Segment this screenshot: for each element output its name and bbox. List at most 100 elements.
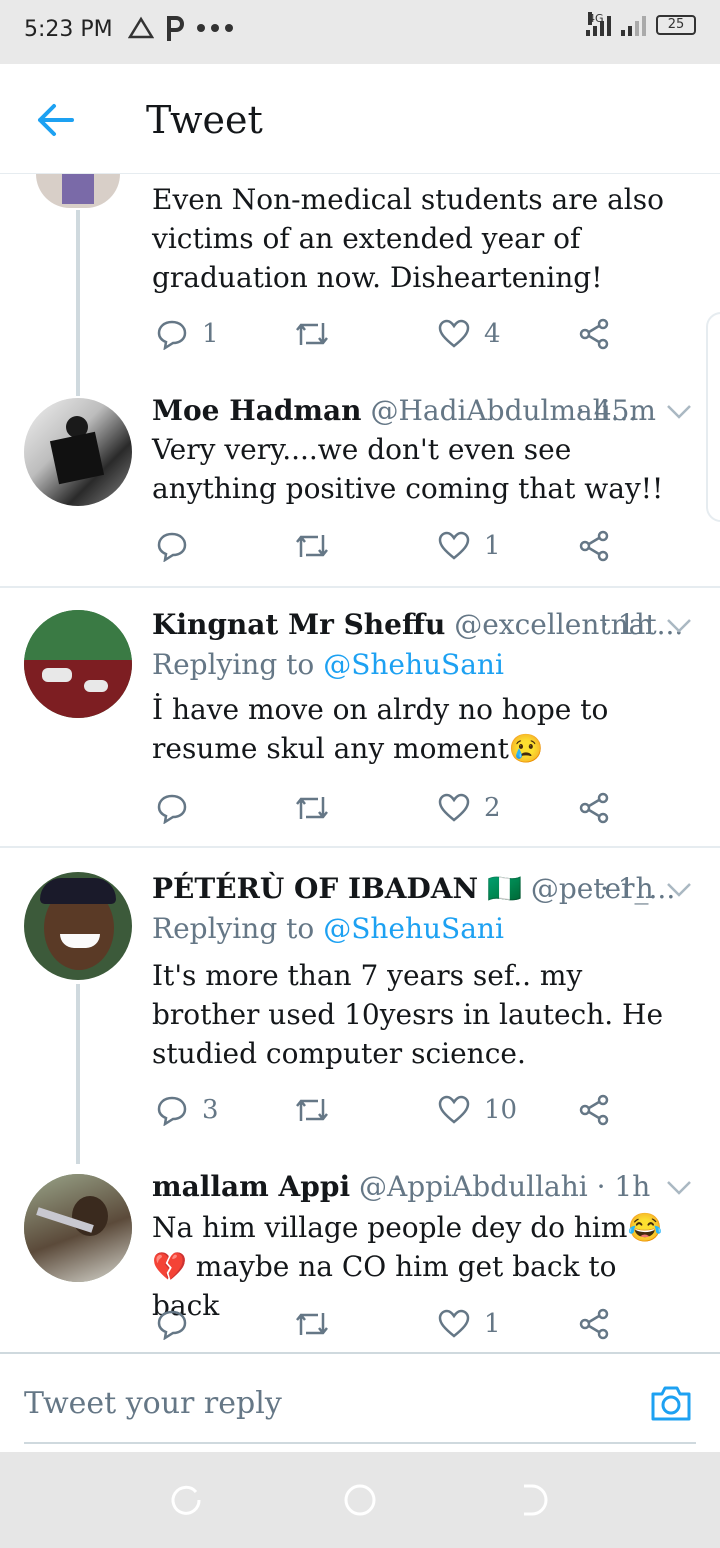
like-button[interactable]: 10 <box>438 1090 517 1130</box>
status-bar: 5:23 PM 4G 25 <box>0 0 720 64</box>
chevron-down-icon[interactable] <box>666 404 692 420</box>
thread-line <box>76 984 80 1164</box>
retweet-button[interactable] <box>294 1304 344 1344</box>
mention-link[interactable]: @ShehuSani <box>323 648 504 681</box>
tweet-time: · 45m <box>576 394 656 427</box>
tweet-header: PÉTÉRÙ OF IBADAN 🇳🇬 @peter_... <box>152 872 675 905</box>
avatar[interactable] <box>24 872 132 980</box>
share-icon <box>579 1308 609 1340</box>
reply-icon <box>157 794 187 824</box>
reply-button[interactable]: 1 <box>156 314 219 354</box>
tweet-actions: 1 <box>152 526 622 566</box>
tweet-1[interactable]: Moe Hadman @HadiAbdulmali... · 45m Very … <box>0 392 720 586</box>
share-icon <box>579 792 609 824</box>
reply-button[interactable]: 3 <box>156 1090 219 1130</box>
retweet-icon <box>296 1313 328 1335</box>
retweet-button[interactable] <box>294 788 344 828</box>
share-button[interactable] <box>578 788 610 828</box>
signal-icon <box>621 14 646 36</box>
display-name[interactable]: Kingnat Mr Sheffu <box>152 608 445 641</box>
share-button[interactable] <box>578 1090 610 1130</box>
tweet-actions: 1 4 <box>152 314 622 354</box>
heart-icon <box>438 531 470 560</box>
tweet-2[interactable]: Kingnat Mr Sheffu @excellentnat... · 1h … <box>0 600 720 846</box>
reply-button[interactable] <box>156 526 202 566</box>
tweet-time: · 1h <box>600 608 654 641</box>
chevron-down-icon[interactable] <box>666 1180 692 1196</box>
tweet-time: · 1h <box>596 1170 651 1203</box>
heart-icon <box>438 319 470 348</box>
more-dots-icon <box>197 24 233 32</box>
share-button[interactable] <box>578 1304 610 1344</box>
avatar[interactable] <box>36 174 120 208</box>
status-time: 5:23 PM <box>24 17 113 42</box>
divider <box>0 586 720 588</box>
replying-to: Replying to @ShehuSani <box>152 912 504 945</box>
display-name[interactable]: Moe Hadman <box>152 394 362 427</box>
avatar[interactable] <box>24 398 132 506</box>
network-label: 4G <box>588 12 604 25</box>
tweet-actions: 1 <box>152 1304 622 1344</box>
chevron-down-icon[interactable] <box>666 882 692 898</box>
like-button[interactable]: 4 <box>438 314 501 354</box>
user-handle[interactable]: @AppiAbdullahi <box>359 1170 588 1203</box>
reply-button[interactable] <box>156 1304 202 1344</box>
replying-to: Replying to @ShehuSani <box>152 648 504 681</box>
input-underline <box>24 1442 696 1444</box>
tweet-header: mallam Appi @AppiAbdullahi · 1h <box>152 1170 650 1203</box>
retweet-icon <box>296 535 328 557</box>
reply-icon <box>157 1096 187 1126</box>
system-nav-bar <box>0 1452 720 1548</box>
like-count: 1 <box>484 1309 501 1339</box>
chevron-down-icon[interactable] <box>666 618 692 634</box>
reply-count: 1 <box>202 319 219 349</box>
display-name[interactable]: mallam Appi <box>152 1170 350 1203</box>
mention-link[interactable]: @ShehuSani <box>323 912 504 945</box>
tweet-header: Moe Hadman @HadiAbdulmali... <box>152 394 637 427</box>
share-icon <box>579 530 609 562</box>
back-icon[interactable] <box>516 1482 552 1518</box>
nigeria-flag-icon: 🇳🇬 <box>487 872 522 905</box>
reply-composer[interactable]: Tweet your reply <box>0 1352 720 1452</box>
share-button[interactable] <box>578 526 610 566</box>
reply-icon <box>157 1310 187 1340</box>
divider <box>0 846 720 848</box>
heart-icon <box>438 1095 470 1124</box>
retweet-button[interactable] <box>294 526 344 566</box>
tweet-time: · 1h <box>600 872 654 905</box>
status-system-icons: 4G 25 <box>586 12 696 36</box>
tweet-0[interactable]: Even Non-medical students are also victi… <box>0 174 720 396</box>
retweet-button[interactable] <box>294 314 344 354</box>
top-app-bar: Tweet <box>0 64 720 174</box>
tweet-actions: 2 <box>152 788 622 828</box>
like-button[interactable]: 2 <box>438 788 501 828</box>
tweet-actions: 3 10 <box>152 1090 622 1130</box>
home-icon[interactable] <box>342 1482 378 1518</box>
replying-prefix: Replying to <box>152 912 315 945</box>
heart-icon <box>438 1309 470 1338</box>
tweet-4[interactable]: mallam Appi @AppiAbdullahi · 1h Na him v… <box>0 1166 720 1352</box>
replying-prefix: Replying to <box>152 648 315 681</box>
like-count: 2 <box>484 793 501 823</box>
back-arrow-icon[interactable] <box>36 102 76 138</box>
share-icon <box>579 318 609 350</box>
like-count: 10 <box>484 1095 518 1125</box>
scroll-handle[interactable] <box>706 312 720 522</box>
reply-input[interactable]: Tweet your reply <box>24 1386 282 1421</box>
recents-icon[interactable] <box>168 1482 204 1518</box>
share-button[interactable] <box>578 314 610 354</box>
display-name[interactable]: PÉTÉRÙ OF IBADAN <box>152 872 478 905</box>
retweet-icon <box>296 797 328 819</box>
reply-count: 3 <box>202 1095 219 1125</box>
tweet-3[interactable]: PÉTÉRÙ OF IBADAN 🇳🇬 @peter_... · 1h Repl… <box>0 864 720 1164</box>
avatar[interactable] <box>24 1174 132 1282</box>
reply-button[interactable] <box>156 788 202 828</box>
tweet-text: Very very....we don't even see anything … <box>152 433 664 505</box>
like-button[interactable]: 1 <box>438 1304 501 1344</box>
avatar[interactable] <box>24 610 132 718</box>
retweet-button[interactable] <box>294 1090 344 1130</box>
tweet-text: Even Non-medical students are also victi… <box>152 183 664 294</box>
like-count: 4 <box>484 319 501 349</box>
like-button[interactable]: 1 <box>438 526 501 566</box>
camera-icon[interactable] <box>650 1384 692 1422</box>
